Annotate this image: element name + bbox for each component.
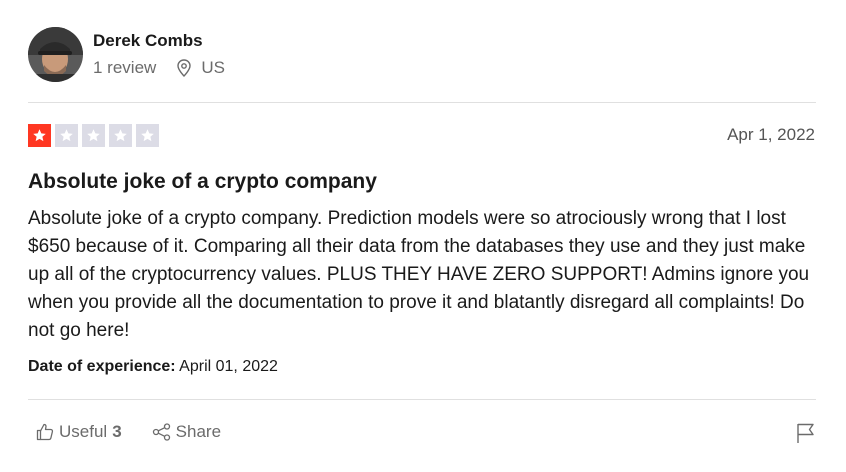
reviewer-location: US [176, 58, 225, 78]
useful-label: Useful [59, 422, 108, 441]
review-actions: Useful 3 Share [36, 422, 221, 442]
star-filled-icon [28, 124, 51, 147]
star-rating [28, 124, 163, 147]
share-icon [152, 423, 170, 441]
location-pin-icon [177, 58, 192, 77]
reviewer-country: US [201, 57, 225, 77]
share-button[interactable]: Share [152, 422, 221, 442]
reviewer-info: Derek Combs 1 review US [93, 30, 225, 78]
useful-button[interactable]: Useful 3 [36, 422, 122, 442]
review-title[interactable]: Absolute joke of a crypto company [28, 170, 377, 194]
experience-date: April 01, 2022 [179, 358, 278, 375]
avatar[interactable] [28, 27, 83, 82]
user-avatar-icon [28, 27, 83, 82]
divider [28, 102, 816, 103]
star-empty-icon [109, 124, 132, 147]
report-flag-button[interactable] [796, 422, 816, 444]
review-count: 1 review [93, 57, 157, 77]
reviewer-header: Derek Combs 1 review US [28, 27, 225, 82]
review-date: Apr 1, 2022 [727, 125, 815, 144]
date-of-experience: Date of experience: April 01, 2022 [28, 358, 278, 376]
flag-icon [797, 423, 814, 443]
useful-count: 3 [112, 422, 122, 441]
reviewer-meta: 1 review US [93, 58, 225, 78]
share-label: Share [175, 422, 222, 441]
star-empty-icon [82, 124, 105, 147]
thumbs-up-icon [36, 423, 54, 441]
star-empty-icon [136, 124, 159, 147]
divider [28, 399, 816, 400]
reviewer-name[interactable]: Derek Combs [93, 30, 225, 52]
experience-label: Date of experience: [28, 358, 176, 375]
review-card: Derek Combs 1 review US Apr 1, 2022 Abso… [0, 0, 846, 472]
review-body: Absolute joke of a crypto company. Predi… [28, 208, 810, 341]
star-empty-icon [55, 124, 78, 147]
